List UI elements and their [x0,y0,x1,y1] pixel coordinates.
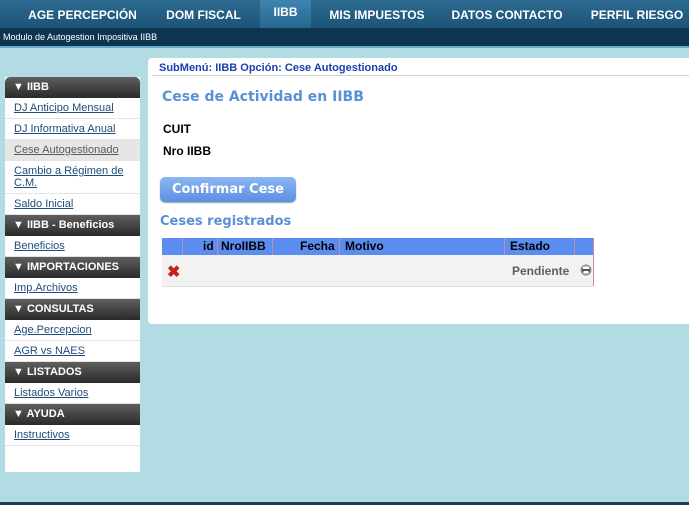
ceses-table-header: id NroIIBB Fecha Motivo Estado [162,238,594,255]
table-row: ✖ Pendiente [162,255,594,287]
tab-datos-contacto[interactable]: DATOS CONTACTO [447,0,567,28]
sidebar-link-listados-varios[interactable]: Listados Varios [14,387,88,399]
sidebar-link-agr-vs-naes[interactable]: AGR vs NAES [14,345,85,357]
sidebar-item-beneficios: Beneficios [5,236,140,257]
column-separator [504,238,505,255]
module-title: Modulo de Autogestion Impositiva IIBB [3,32,158,42]
delete-icon[interactable]: ✖ [167,262,180,282]
divider [0,46,689,48]
module-title-bar: Modulo de Autogestion Impositiva IIBB [0,28,689,46]
column-separator [574,238,575,255]
sidebar-link-age-percepcion[interactable]: Age.Percepcion [14,324,92,336]
ceses-section-title: Ceses registrados [160,214,292,229]
column-separator [272,238,273,255]
sidebar-link-cese[interactable]: Cese Autogestionado [14,144,119,156]
sidebar-link-beneficios[interactable]: Beneficios [14,240,65,252]
sidebar: ▼ IIBB DJ Anticipo Mensual DJ Informativ… [5,77,140,472]
top-nav: AGE PERCEPCIÓN DOM FISCAL IIBB MIS IMPUE… [0,0,689,28]
tab-iibb[interactable]: IIBB [260,0,311,28]
sidebar-section-importaciones[interactable]: ▼ IMPORTACIONES [5,257,140,278]
sidebar-link-instructivos[interactable]: Instructivos [14,429,70,441]
column-separator [339,238,340,255]
sidebar-item-saldo-inicial: Saldo Inicial [5,194,140,215]
cuit-label: CUIT [163,122,191,136]
sidebar-section-consultas[interactable]: ▼ CONSULTAS [5,299,140,320]
tab-mis-impuestos[interactable]: MIS IMPUESTOS [324,0,430,28]
confirm-cese-button[interactable]: Confirmar Cese [160,177,296,202]
tab-dom-fiscal[interactable]: DOM FISCAL [155,0,252,28]
sidebar-section-listados[interactable]: ▼ LISTADOS [5,362,140,383]
column-header-id: id [203,239,214,253]
sidebar-item-dj-anticipo: DJ Anticipo Mensual [5,98,140,119]
sidebar-item-cambio-regimen: Cambio a Régimen de C.M. [5,161,140,194]
sidebar-item-imp-archivos: Imp.Archivos [5,278,140,299]
sidebar-item-instructivos: Instructivos [5,425,140,446]
nro-iibb-label: Nro IIBB [163,144,211,158]
page-title: Cese de Actividad en IIBB [162,89,364,105]
sidebar-item-listados-varios: Listados Varios [5,383,140,404]
sidebar-link-dj-anticipo[interactable]: DJ Anticipo Mensual [14,102,114,114]
column-separator [593,238,594,255]
column-separator [217,238,218,255]
sidebar-section-iibb[interactable]: ▼ IIBB [5,77,140,98]
column-separator [593,255,594,286]
tab-perfil-riesgo[interactable]: PERFIL RIESGO [585,0,689,28]
sidebar-item-dj-informativa: DJ Informativa Anual [5,119,140,140]
sidebar-link-imp-archivos[interactable]: Imp.Archivos [14,282,78,294]
print-icon[interactable] [580,264,592,276]
tab-age-percepcion[interactable]: AGE PERCEPCIÓN [20,0,145,28]
sidebar-link-saldo-inicial[interactable]: Saldo Inicial [14,198,73,210]
column-header-estado: Estado [510,239,551,253]
breadcrumb: SubMenú: IIBB Opción: Cese Autogestionad… [152,60,689,76]
sidebar-item-age-percepcion: Age.Percepcion [5,320,140,341]
sidebar-link-cambio-regimen[interactable]: Cambio a Régimen de C.M. [14,165,123,189]
sidebar-item-cese: Cese Autogestionado [5,140,140,161]
column-header-fecha: Fecha [300,239,335,253]
column-header-nroiibb: NroIIBB [221,239,266,253]
column-header-motivo: Motivo [345,239,384,253]
main-panel: SubMenú: IIBB Opción: Cese Autogestionad… [148,58,689,324]
column-separator [182,238,183,255]
sidebar-item-agr-vs-naes: AGR vs NAES [5,341,140,362]
sidebar-link-dj-informativa[interactable]: DJ Informativa Anual [14,123,116,135]
sidebar-section-beneficios[interactable]: ▼ IIBB - Beneficios [5,215,140,236]
sidebar-section-ayuda[interactable]: ▼ AYUDA [5,404,140,425]
estado-value: Pendiente [512,264,570,278]
